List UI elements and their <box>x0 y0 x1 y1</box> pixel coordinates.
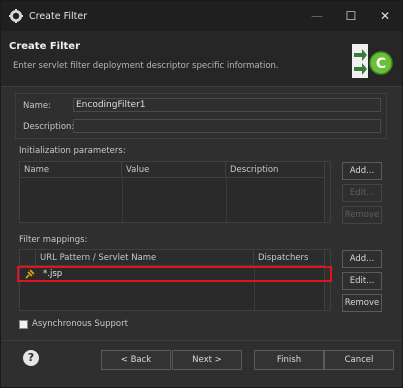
description-label: Description: <box>23 122 75 132</box>
mapping-add-button[interactable]: Add... <box>342 250 382 268</box>
url-pattern-icon <box>25 269 35 279</box>
column-header-icon <box>20 250 36 266</box>
cancel-button[interactable]: Cancel <box>324 350 394 370</box>
init-edit-button[interactable]: Edit... <box>342 184 382 202</box>
async-support-label[interactable]: Asynchronous Support <box>32 319 128 329</box>
footer-separator <box>1 340 402 341</box>
svg-text:C: C <box>376 56 386 72</box>
column-header-description[interactable]: Description <box>226 162 326 178</box>
help-button[interactable]: ? <box>23 350 39 366</box>
wizard-title: Create Filter <box>9 41 81 52</box>
init-params-table[interactable]: Name Value Description <box>19 161 331 223</box>
async-support-checkbox[interactable] <box>19 320 28 329</box>
wizard-banner: Create Filter Enter servlet filter deplo… <box>1 31 402 87</box>
title-bar: Create Filter — ☐ ✕ <box>1 1 402 31</box>
create-filter-dialog: Create Filter — ☐ ✕ Create Filter Enter … <box>0 0 403 388</box>
eclipse-gear-icon <box>9 9 23 23</box>
init-remove-button[interactable]: Remove <box>342 206 382 224</box>
minimize-button[interactable]: — <box>300 1 334 31</box>
column-header-dispatchers[interactable]: Dispatchers <box>254 250 326 266</box>
name-label: Name: <box>23 101 51 111</box>
column-header-url-pattern[interactable]: URL Pattern / Servlet Name <box>36 250 254 266</box>
column-header-name[interactable]: Name <box>20 162 122 178</box>
init-params-label: Initialization parameters: <box>19 146 126 156</box>
url-pattern-cell: *.jsp <box>43 269 63 279</box>
filter-mappings-header: URL Pattern / Servlet Name Dispatchers <box>20 250 330 266</box>
mapping-edit-button[interactable]: Edit... <box>342 272 382 290</box>
wizard-description: Enter servlet filter deployment descript… <box>13 61 279 71</box>
init-params-header: Name Value Description <box>20 162 330 178</box>
mapping-remove-button[interactable]: Remove <box>342 294 382 312</box>
table-row[interactable]: *.jsp <box>17 266 332 282</box>
description-field[interactable] <box>73 119 381 133</box>
finish-button[interactable]: Finish <box>254 350 324 370</box>
maximize-button[interactable]: ☐ <box>334 1 368 31</box>
name-field[interactable]: EncodingFilter1 <box>73 98 381 112</box>
close-button[interactable]: ✕ <box>368 1 402 31</box>
init-add-button[interactable]: Add... <box>342 162 382 180</box>
window-title: Create Filter <box>29 10 88 22</box>
init-params-scrollbar[interactable] <box>324 162 330 222</box>
filter-wizard-icon: C <box>350 41 394 81</box>
column-header-value[interactable]: Value <box>122 162 226 178</box>
filter-mappings-label: Filter mappings: <box>19 235 88 245</box>
next-button[interactable]: Next > <box>172 350 242 370</box>
back-button[interactable]: < Back <box>101 350 171 370</box>
